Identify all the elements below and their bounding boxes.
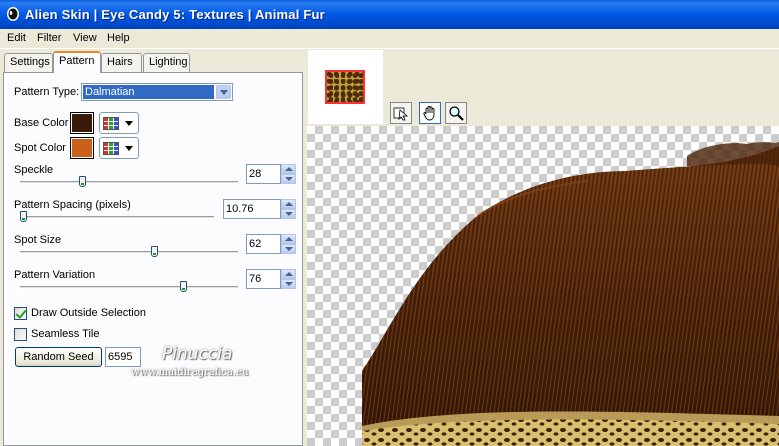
spin-down-icon[interactable] — [281, 174, 296, 184]
alien-skin-app-icon — [7, 7, 19, 21]
spin-up-icon[interactable] — [281, 199, 296, 209]
spot-color-picker-button[interactable] — [99, 137, 139, 159]
spot-size-slider-thumb[interactable] — [150, 246, 158, 257]
pattern-variation-label: Pattern Variation — [14, 269, 96, 281]
pattern-type-select[interactable]: Dalmatian — [81, 83, 233, 101]
palette-grid-icon — [103, 117, 119, 130]
base-color-picker-button[interactable] — [99, 112, 139, 134]
palette-grid-icon — [103, 142, 119, 155]
pattern-spacing-input[interactable]: 10.76 — [223, 199, 281, 219]
base-color-swatch[interactable] — [70, 112, 94, 134]
pattern-spacing-slider-thumb[interactable] — [20, 211, 27, 222]
base-color-label: Base Color — [14, 117, 69, 129]
tab-hairs[interactable]: Hairs — [101, 53, 142, 72]
watermark-name: Pinuccia — [162, 344, 233, 364]
zoom-tool[interactable] — [445, 102, 467, 124]
pattern-variation-slider-track[interactable] — [20, 286, 238, 289]
pattern-type-label: Pattern Type: — [14, 86, 80, 98]
speckle-slider-track[interactable] — [20, 181, 238, 184]
draw-outside-selection-label[interactable]: Draw Outside Selection — [31, 307, 146, 319]
preview-select-tool[interactable] — [390, 102, 412, 124]
chevron-down-icon[interactable] — [216, 85, 231, 99]
animal-fur-preview-image — [362, 142, 779, 446]
seamless-tile-checkbox[interactable] — [14, 328, 27, 341]
title-bar: Alien Skin | Eye Candy 5: Textures | Ani… — [0, 0, 779, 29]
pattern-type-value: Dalmatian — [83, 85, 214, 99]
speckle-slider-thumb[interactable] — [79, 176, 87, 187]
spin-down-icon[interactable] — [281, 209, 296, 219]
pattern-variation-spinner[interactable]: 76 — [246, 269, 296, 289]
zoom-icon — [449, 106, 464, 121]
pattern-spacing-label: Pattern Spacing (pixels) — [14, 199, 131, 211]
pattern-spacing-spinner[interactable]: 10.76 — [223, 199, 296, 219]
spot-size-spinner[interactable]: 62 — [246, 234, 296, 254]
spin-down-icon[interactable] — [281, 244, 296, 254]
menu-edit[interactable]: Edit — [7, 32, 26, 44]
spin-up-icon[interactable] — [281, 234, 296, 244]
window-title: Alien Skin | Eye Candy 5: Textures | Ani… — [25, 7, 325, 22]
pattern-spacing-slider-track[interactable] — [20, 216, 214, 219]
settings-panel: Settings Pattern Hairs Lighting Pattern … — [0, 50, 306, 446]
speckle-spinner[interactable]: 28 — [246, 164, 296, 184]
seamless-tile-label[interactable]: Seamless Tile — [31, 328, 99, 340]
spot-color-swatch[interactable] — [70, 137, 94, 159]
speckle-label: Speckle — [14, 164, 54, 176]
spin-down-icon[interactable] — [281, 279, 296, 289]
menu-filter[interactable]: Filter — [37, 32, 61, 44]
chevron-down-icon — [125, 146, 133, 151]
menu-help[interactable]: Help — [107, 32, 130, 44]
spot-color-label: Spot Color — [14, 142, 66, 154]
spot-size-slider-track[interactable] — [20, 251, 238, 254]
menu-bar: Edit Filter View Help — [0, 29, 779, 49]
spot-size-label: Spot Size — [14, 234, 62, 246]
navigator-thumbnail-panel — [308, 50, 383, 124]
speckle-input[interactable]: 28 — [246, 164, 281, 184]
tab-lighting[interactable]: Lighting — [143, 53, 190, 72]
pattern-tab-content: Pattern Type: Dalmatian Base Color Spot … — [3, 72, 303, 446]
pattern-variation-slider-thumb[interactable] — [180, 281, 188, 292]
tab-pattern[interactable]: Pattern — [53, 51, 101, 73]
random-seed-input[interactable]: 6595 — [105, 347, 141, 367]
preview-canvas[interactable] — [307, 126, 779, 446]
watermark-url: www.maidiregrafica.eu — [131, 367, 249, 378]
navigator-thumbnail[interactable] — [325, 70, 365, 104]
spot-size-input[interactable]: 62 — [246, 234, 281, 254]
preview-select-icon — [393, 107, 409, 121]
draw-outside-selection-checkbox[interactable] — [14, 307, 27, 320]
tab-settings[interactable]: Settings — [4, 53, 53, 72]
spin-up-icon[interactable] — [281, 164, 296, 174]
chevron-down-icon — [125, 121, 133, 126]
spin-up-icon[interactable] — [281, 269, 296, 279]
menu-view[interactable]: View — [73, 32, 97, 44]
hand-tool[interactable] — [419, 102, 441, 124]
random-seed-button[interactable]: Random Seed — [15, 347, 102, 367]
pattern-variation-input[interactable]: 76 — [246, 269, 281, 289]
hand-icon — [423, 106, 435, 121]
